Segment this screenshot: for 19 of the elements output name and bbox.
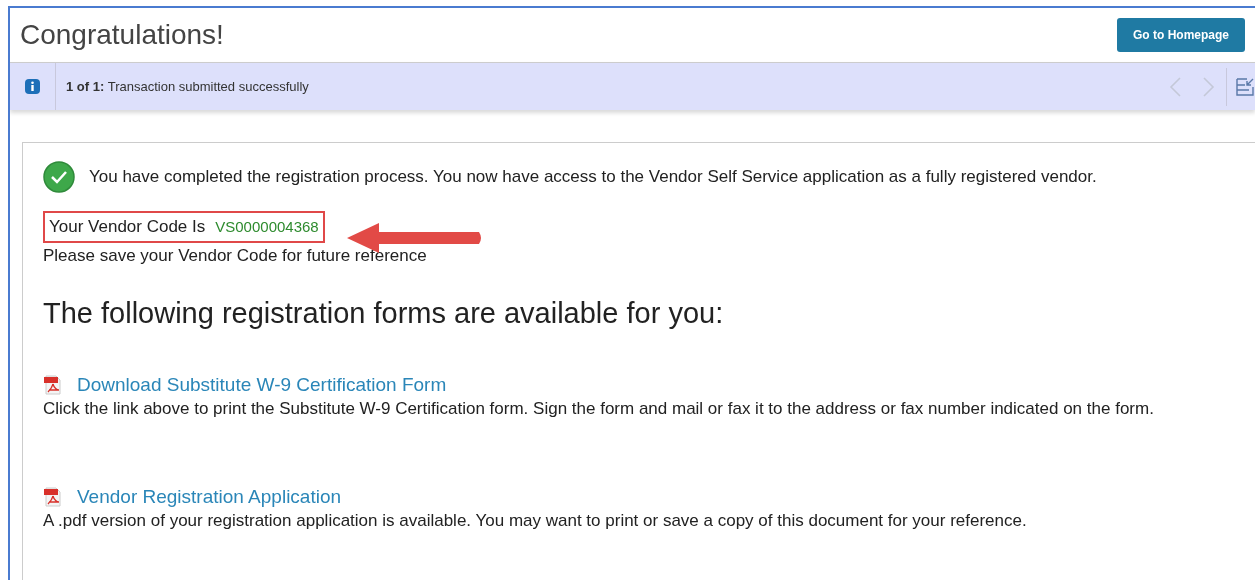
form-description: A .pdf version of your registration application is available. You may want to print or save a copy of this document for your reference. xyxy=(43,511,1028,531)
save-note: Please save your Vendor Code for future reference xyxy=(43,244,428,267)
chevron-left-icon xyxy=(1168,76,1182,99)
homepage-button[interactable]: Go to Homepage xyxy=(1117,18,1245,52)
form-link[interactable]: Vendor Registration Application xyxy=(77,482,342,512)
vendor-code: VS0000004368 xyxy=(215,218,319,235)
form-link[interactable]: Download Substitute W-9 Certification Form xyxy=(77,370,447,400)
checkmark-icon xyxy=(43,161,75,193)
message-text: 1 of 1: Transaction submitted successfully xyxy=(65,77,310,96)
forms-heading: The following registration forms are available for you: xyxy=(43,296,725,331)
page-title: Congratulations! xyxy=(20,18,224,52)
vendor-code-label: Your Vendor Code Is xyxy=(49,217,206,236)
success-message: You have completed the registration process. You now have access to the Vendor Self Service application as a fully registered vendor. xyxy=(89,166,1097,189)
pdf-icon xyxy=(43,487,63,508)
export-icon[interactable] xyxy=(1235,76,1255,97)
info-icon xyxy=(25,79,40,94)
form-description: Click the link above to print the Substitute W-9 Certification form. Sign the form and mail or fax it to the address or fax number indicated on the form. xyxy=(43,399,1155,419)
chevron-right-icon xyxy=(1202,76,1216,99)
pdf-icon xyxy=(43,375,63,396)
